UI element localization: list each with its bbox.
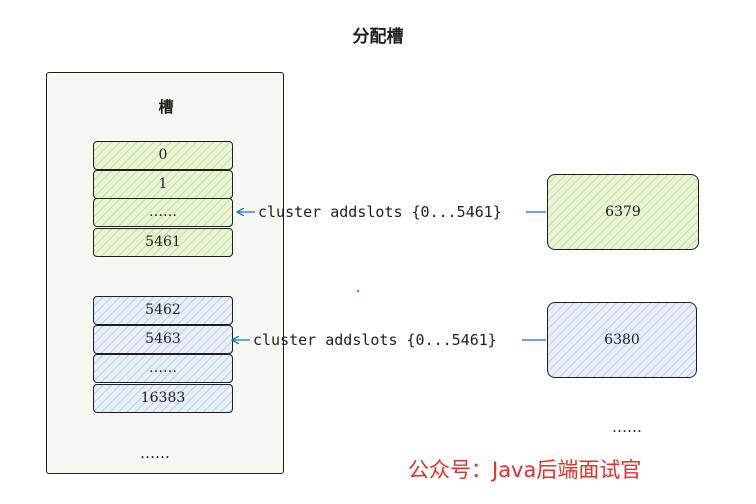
arrows-layer (0, 0, 546, 504)
stray-dot (357, 290, 359, 292)
watermark: 公众号：Java后端面试官 (408, 458, 642, 482)
